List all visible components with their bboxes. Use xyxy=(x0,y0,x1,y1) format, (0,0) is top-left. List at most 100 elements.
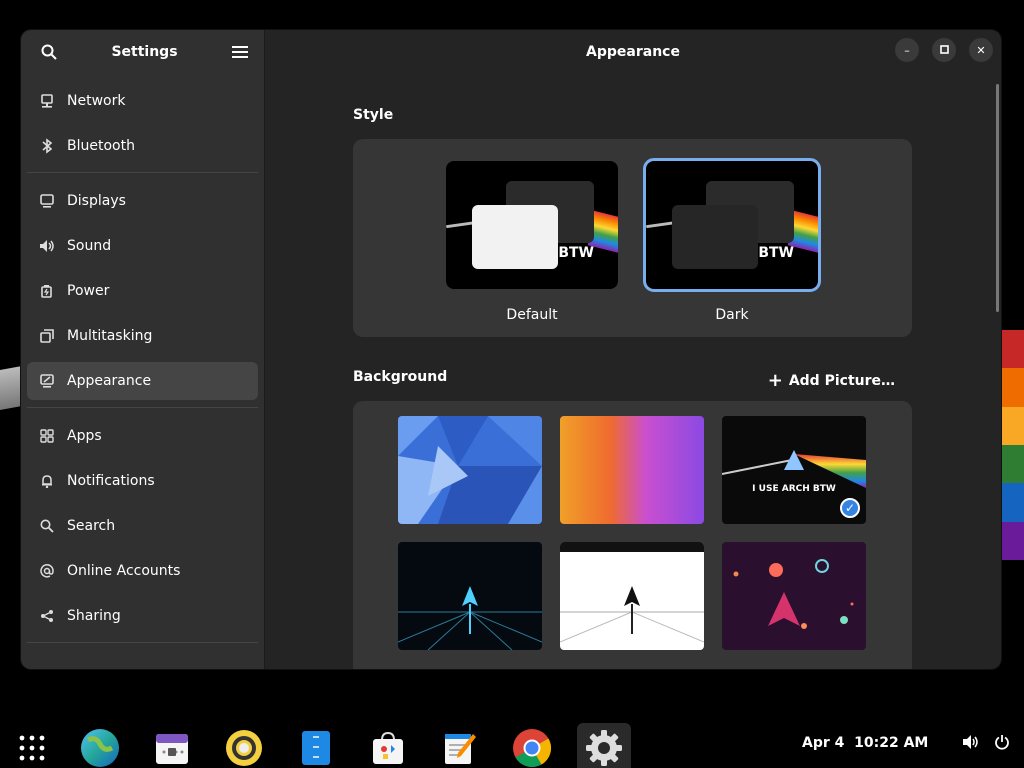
sidebar-separator xyxy=(27,172,258,173)
share-icon xyxy=(39,608,55,624)
bluetooth-icon xyxy=(39,138,55,154)
sidebar-item-apps[interactable]: Apps xyxy=(27,417,258,455)
file-manager-icon xyxy=(302,731,330,765)
power-icon xyxy=(995,735,1009,750)
sidebar-item-sharing[interactable]: Sharing xyxy=(27,597,258,635)
wallpaper-orange-purple[interactable] xyxy=(560,416,704,524)
scrollbar[interactable] xyxy=(996,84,999,312)
sidebar-item-label: Search xyxy=(67,518,116,534)
sidebar-item-label: Sharing xyxy=(67,608,121,624)
sound-icon xyxy=(39,238,55,254)
style-panel: BTW Default BTW Dark xyxy=(353,139,912,337)
sidebar-item-multitasking[interactable]: Multitasking xyxy=(27,317,258,355)
sidebar-separator xyxy=(27,407,258,408)
header-bar: Appearance – ✕ xyxy=(265,30,1001,74)
app-grid-button[interactable] xyxy=(5,723,59,768)
sidebar-item-label: Bluetooth xyxy=(67,138,135,154)
sidebar-header: Settings xyxy=(21,30,264,74)
main-menu-button[interactable] xyxy=(226,38,254,66)
sidebar-item-label: Online Accounts xyxy=(67,563,181,579)
text-editor-icon xyxy=(445,734,476,764)
plus-icon: + xyxy=(767,370,783,391)
software-store-icon xyxy=(373,731,403,764)
bell-icon xyxy=(39,473,55,489)
dock-app-calendar[interactable] xyxy=(145,723,199,768)
wallpaper-neon-road[interactable] xyxy=(398,542,542,650)
dock-app-files[interactable] xyxy=(289,723,343,768)
sidebar-item-online-accounts[interactable]: Online Accounts xyxy=(27,552,258,590)
sidebar-item-network[interactable]: Network xyxy=(27,82,258,120)
settings-window: Settings Network Bluetooth Displays Soun… xyxy=(21,30,1001,669)
wallpaper-arch-btw[interactable]: I USE ARCH BTW ✓ xyxy=(722,416,866,524)
dock-app-text-editor[interactable] xyxy=(433,723,487,768)
dock-app-settings[interactable] xyxy=(577,723,631,768)
sidebar-item-notifications[interactable]: Notifications xyxy=(27,462,258,500)
sidebar-item-label: Sound xyxy=(67,238,112,254)
dock-app-music[interactable] xyxy=(217,723,271,768)
globe-icon xyxy=(81,729,119,767)
preview-text: BTW xyxy=(558,245,594,261)
sidebar-item-label: Power xyxy=(67,283,110,299)
dock-app-browser-globe[interactable] xyxy=(73,723,127,768)
style-option-dark[interactable]: BTW Dark xyxy=(643,158,821,323)
display-icon xyxy=(39,193,55,209)
sidebar-item-label: Apps xyxy=(67,428,102,444)
dock-app-chrome[interactable] xyxy=(505,723,559,768)
preview-front-window xyxy=(472,205,558,269)
add-picture-button[interactable]: + Add Picture… xyxy=(760,368,903,394)
sidebar-item-label: Displays xyxy=(67,193,126,209)
sidebar-item-appearance[interactable]: Appearance xyxy=(27,362,258,400)
power-icon xyxy=(39,283,55,299)
close-button[interactable]: ✕ xyxy=(969,38,993,62)
close-icon: ✕ xyxy=(976,43,986,57)
sidebar-item-label: Appearance xyxy=(67,373,152,389)
style-option-label: Default xyxy=(506,307,558,323)
clock[interactable]: Apr 4 10:22 AM xyxy=(802,735,928,751)
maximize-icon xyxy=(939,44,949,57)
search-icon xyxy=(41,44,57,60)
volume-icon xyxy=(963,735,978,749)
desktop-wallpaper-beam xyxy=(0,366,22,410)
apps-icon xyxy=(39,428,55,444)
main-content: Appearance – ✕ Style BTW Default BTW Dar… xyxy=(265,30,1001,669)
dock-app-software[interactable] xyxy=(361,723,415,768)
sidebar-item-sound[interactable]: Sound xyxy=(27,227,258,265)
app-grid-icon xyxy=(19,735,45,761)
search-icon xyxy=(39,518,55,534)
wallpaper-blue-triangles[interactable] xyxy=(398,416,542,524)
taskbar: Apr 4 10:22 AM xyxy=(0,718,1024,768)
style-preview-default: BTW xyxy=(446,161,618,289)
wallpaper-space-planets[interactable] xyxy=(722,542,866,650)
sidebar-item-bluetooth[interactable]: Bluetooth xyxy=(27,127,258,165)
wallpaper-white-road[interactable] xyxy=(560,542,704,650)
sidebar-item-label: Network xyxy=(67,93,126,109)
maximize-button[interactable] xyxy=(932,38,956,62)
music-player-icon xyxy=(226,730,262,766)
minimize-button[interactable]: – xyxy=(895,38,919,62)
appearance-icon xyxy=(39,373,55,389)
clock-date: Apr 4 xyxy=(802,735,845,751)
search-button[interactable] xyxy=(35,38,63,66)
wallpaper-text: I USE ARCH BTW xyxy=(752,484,836,494)
sidebar-item-search[interactable]: Search xyxy=(27,507,258,545)
minimize-icon: – xyxy=(904,43,910,57)
network-icon xyxy=(39,93,55,109)
gear-icon xyxy=(586,730,622,766)
sidebar-list: Network Bluetooth Displays Sound Power M… xyxy=(21,74,264,652)
sidebar-item-power[interactable]: Power xyxy=(27,272,258,310)
style-preview-dark: BTW xyxy=(643,158,821,292)
checkmark-icon: ✓ xyxy=(840,498,860,518)
preview-text: BTW xyxy=(758,245,794,261)
preview-front-window xyxy=(672,205,758,269)
style-option-default[interactable]: BTW Default xyxy=(446,161,618,323)
add-picture-label: Add Picture… xyxy=(788,373,895,389)
sidebar-item-label: Notifications xyxy=(67,473,155,489)
sidebar-item-displays[interactable]: Displays xyxy=(27,182,258,220)
multitasking-icon xyxy=(39,328,55,344)
system-tray[interactable] xyxy=(962,734,1010,750)
background-panel: I USE ARCH BTW ✓ xyxy=(353,401,912,669)
sidebar-item-label: Multitasking xyxy=(67,328,153,344)
at-icon xyxy=(39,563,55,579)
sidebar-title: Settings xyxy=(111,44,178,60)
sidebar-separator xyxy=(27,642,258,643)
